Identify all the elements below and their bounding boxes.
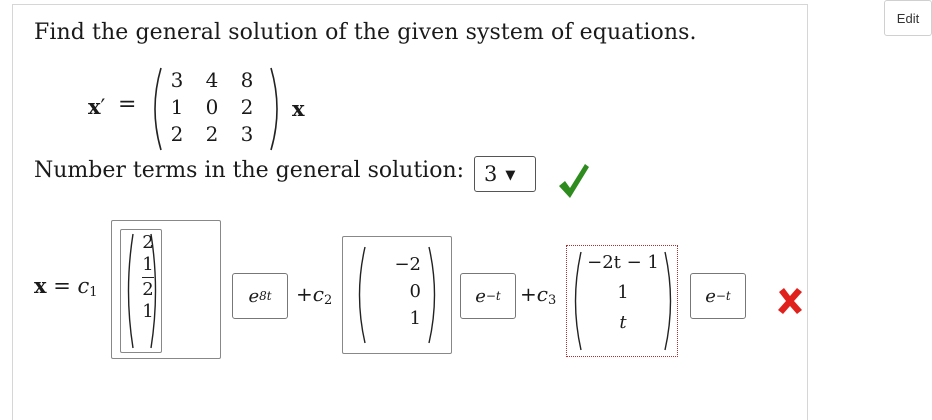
matrix-cell: 2: [240, 94, 254, 119]
exponent-input-1[interactable]: e 8t: [232, 273, 288, 319]
vector-2-entries: −2 0 1: [371, 251, 421, 332]
edit-button[interactable]: Edit: [884, 0, 932, 36]
system-equation: x′ = 3 4 8 1 0 2 2 2 3 x: [88, 66, 328, 154]
matrix-cell: 3: [240, 121, 254, 146]
lhs-vector: x′: [88, 94, 106, 119]
matrix-cell: 2: [170, 121, 184, 146]
matrix-cell: 2: [205, 121, 219, 146]
check-icon: [559, 164, 589, 198]
solution-lhs: x = c1: [34, 273, 98, 300]
terms-select[interactable]: 3 ▼: [474, 156, 536, 192]
right-paren-icon: [428, 246, 436, 344]
exponent-input-2[interactable]: e −t: [460, 273, 516, 319]
terms-label: Number terms in the general solution:: [34, 158, 465, 183]
exponent-input-3[interactable]: e −t: [690, 273, 746, 319]
vector-entry: −2: [394, 254, 421, 275]
coefficient-matrix: 3 4 8 1 0 2 2 2 3: [160, 66, 264, 147]
left-paren-icon: [358, 246, 366, 344]
right-paren-icon: [664, 251, 672, 351]
matrix-cell: 4: [205, 67, 219, 92]
right-paren-icon: [150, 233, 157, 349]
dropdown-arrow-icon: ▼: [505, 167, 516, 183]
matrix-cell: 1: [170, 94, 184, 119]
matrix-cell: 8: [240, 67, 254, 92]
right-paren-icon: [270, 67, 278, 151]
matrix-cell: 3: [170, 67, 184, 92]
vector-input-1[interactable]: 2 1 2 1: [111, 220, 221, 359]
terms-selected-value: 3: [484, 162, 498, 186]
vector-input-3[interactable]: −2t − 1 1 t: [566, 245, 678, 357]
equals-sign: =: [118, 92, 137, 117]
left-paren-icon: [127, 233, 134, 349]
vector-input-2[interactable]: −2 0 1: [342, 236, 452, 354]
plus-c3: +c3: [520, 282, 557, 308]
vector-entry: 0: [409, 281, 421, 302]
x-mark-icon: [778, 288, 802, 314]
matrix-cell: 0: [205, 94, 219, 119]
question-prompt: Find the general solution of the given s…: [34, 20, 697, 45]
vector-1-inner: 2 1 2 1: [120, 229, 162, 353]
plus-c2: +c2: [296, 282, 333, 308]
vector-entry: 1: [409, 308, 421, 329]
rhs-vector: x: [292, 96, 305, 121]
